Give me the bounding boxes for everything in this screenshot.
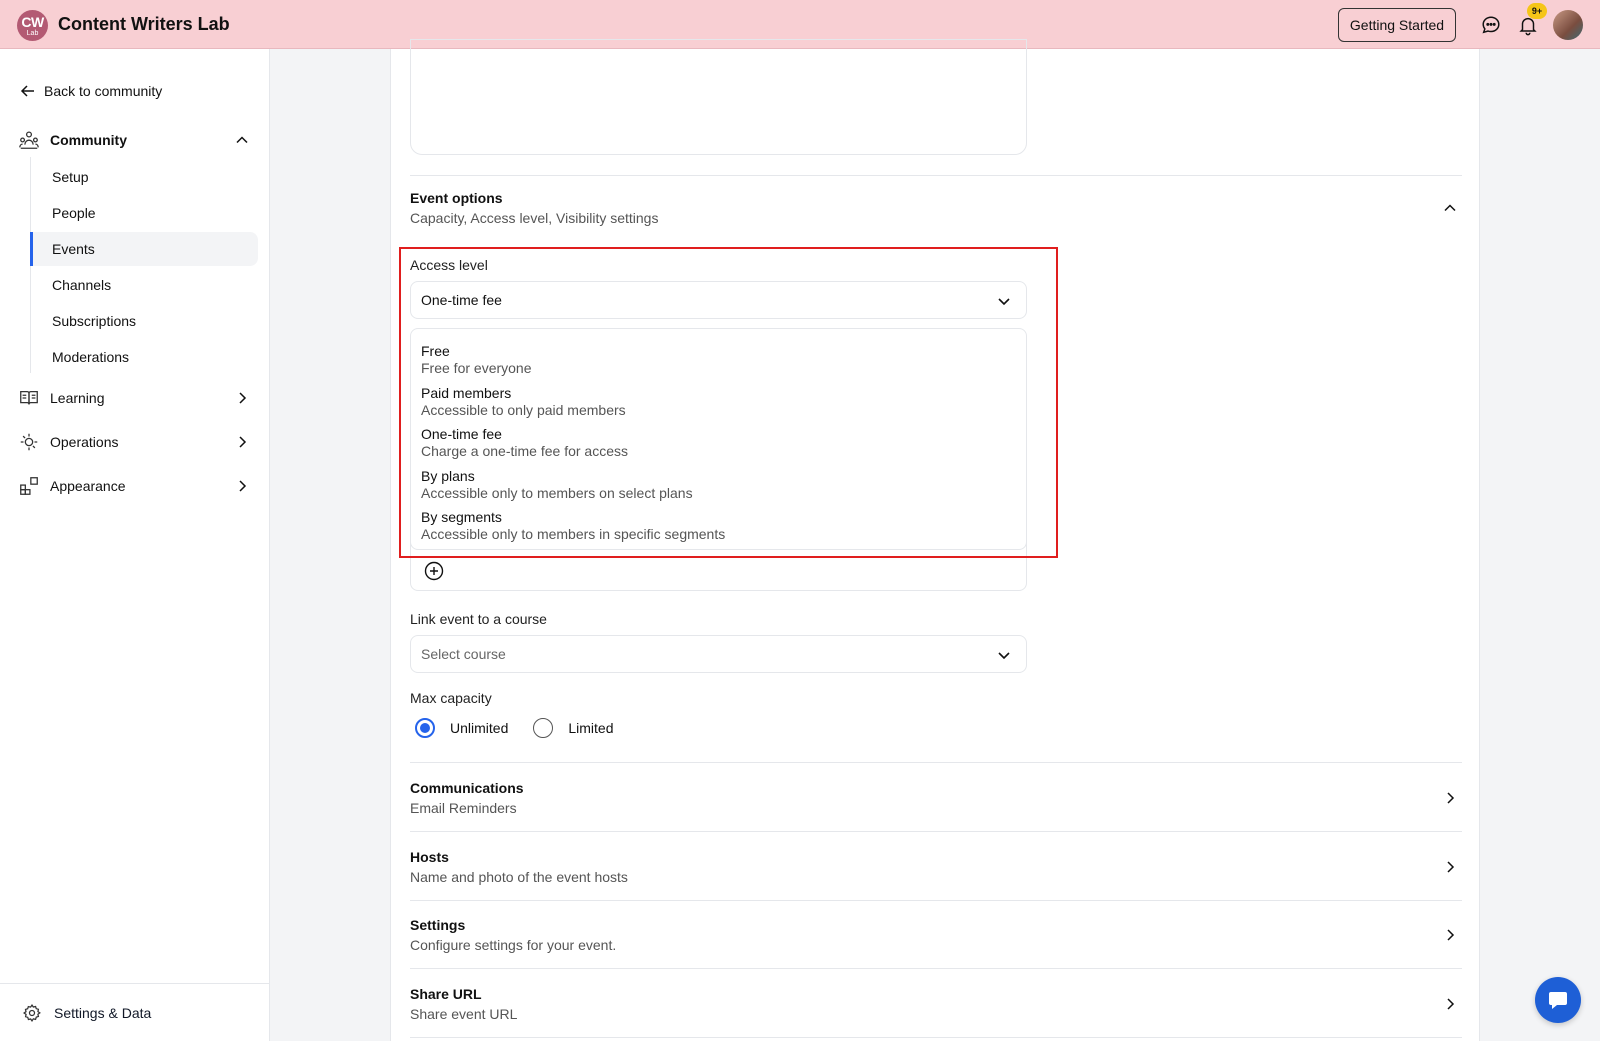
sidebar-item-moderations[interactable]: Moderations: [30, 340, 258, 374]
getting-started-button[interactable]: Getting Started: [1338, 8, 1456, 42]
divider: [410, 175, 1462, 176]
community-icon: [19, 131, 39, 149]
brand-logo[interactable]: CW Lab: [17, 10, 48, 41]
option-by-segments[interactable]: By segments Accessible only to members i…: [411, 509, 1026, 551]
course-select[interactable]: Select course: [410, 635, 1027, 673]
sidebar-item-people[interactable]: People: [30, 196, 258, 230]
arrow-left-icon: [20, 85, 34, 97]
add-circle-icon[interactable]: [424, 561, 444, 581]
divider: [410, 968, 1462, 969]
settings-and-data-link[interactable]: Settings & Data: [0, 983, 270, 1041]
description-textarea[interactable]: [410, 39, 1027, 155]
event-options-subtitle: Capacity, Access level, Visibility setti…: [410, 210, 659, 226]
radio-limited-label[interactable]: Limited: [568, 720, 613, 736]
event-editor-panel: Event options Capacity, Access level, Vi…: [390, 39, 1480, 1041]
sidebar-item-channels[interactable]: Channels: [30, 268, 258, 302]
divider: [410, 762, 1462, 763]
appearance-icon: [20, 477, 38, 495]
settings-subtitle: Configure settings for your event.: [410, 937, 617, 953]
gear-icon: [22, 1003, 41, 1022]
sidebar-item-events[interactable]: Events: [30, 232, 258, 266]
sidebar-item-subscriptions[interactable]: Subscriptions: [30, 304, 258, 338]
sidebar-group-appearance[interactable]: Appearance: [18, 475, 250, 497]
radio-limited[interactable]: [533, 718, 554, 738]
chevron-right-icon[interactable]: [1442, 790, 1458, 806]
operations-icon: [20, 433, 38, 451]
notification-badge: 9+: [1527, 3, 1547, 19]
link-course-label: Link event to a course: [410, 611, 547, 627]
settings-title[interactable]: Settings: [410, 917, 465, 933]
chevron-down-icon: [998, 298, 1010, 306]
sidebar-group-operations[interactable]: Operations: [18, 431, 250, 453]
message-icon: [1549, 992, 1567, 1009]
chevron-right-icon: [239, 392, 247, 404]
divider: [410, 1037, 1462, 1038]
sidebar-item-setup[interactable]: Setup: [30, 160, 258, 194]
share-url-title[interactable]: Share URL: [410, 986, 482, 1002]
hosts-subtitle: Name and photo of the event hosts: [410, 869, 628, 885]
chevron-up-icon[interactable]: [234, 132, 250, 148]
option-paid-members[interactable]: Paid members Accessible to only paid mem…: [411, 385, 1026, 427]
max-capacity-label: Max capacity: [410, 690, 492, 706]
option-one-time-fee[interactable]: One-time fee Charge a one-time fee for a…: [411, 426, 1026, 468]
access-level-dropdown: Free Free for everyone Paid members Acce…: [410, 328, 1027, 550]
divider: [410, 831, 1462, 832]
chevron-up-icon[interactable]: [1442, 200, 1458, 216]
sidebar: Back to community Community Setup People…: [0, 49, 270, 1041]
chat-icon[interactable]: [1480, 14, 1502, 36]
chevron-right-icon[interactable]: [1442, 859, 1458, 875]
hosts-title[interactable]: Hosts: [410, 849, 449, 865]
chevron-down-icon: [998, 652, 1010, 660]
book-icon: [20, 390, 38, 405]
user-avatar[interactable]: [1553, 10, 1583, 40]
divider: [410, 900, 1462, 901]
option-free[interactable]: Free Free for everyone: [411, 343, 1026, 385]
event-options-title[interactable]: Event options: [410, 190, 503, 206]
communications-subtitle: Email Reminders: [410, 800, 517, 816]
radio-unlimited[interactable]: [415, 718, 435, 738]
access-level-select[interactable]: One-time fee: [410, 281, 1027, 319]
access-level-label: Access level: [410, 257, 488, 273]
chevron-right-icon[interactable]: [1442, 996, 1458, 1012]
max-capacity-radio-group: Unlimited Limited: [415, 718, 614, 738]
share-url-subtitle: Share event URL: [410, 1006, 518, 1022]
chevron-right-icon[interactable]: [1442, 927, 1458, 943]
chevron-right-icon: [239, 480, 247, 492]
sidebar-group-learning[interactable]: Learning: [18, 387, 250, 409]
communications-title[interactable]: Communications: [410, 780, 524, 796]
back-to-community-link[interactable]: Back to community: [20, 83, 162, 99]
chat-support-button[interactable]: [1535, 977, 1581, 1023]
chevron-right-icon: [239, 436, 247, 448]
brand-name[interactable]: Content Writers Lab: [58, 14, 230, 35]
option-by-plans[interactable]: By plans Accessible only to members on s…: [411, 468, 1026, 510]
sidebar-group-community[interactable]: Community: [18, 129, 250, 151]
radio-unlimited-label[interactable]: Unlimited: [450, 720, 508, 736]
